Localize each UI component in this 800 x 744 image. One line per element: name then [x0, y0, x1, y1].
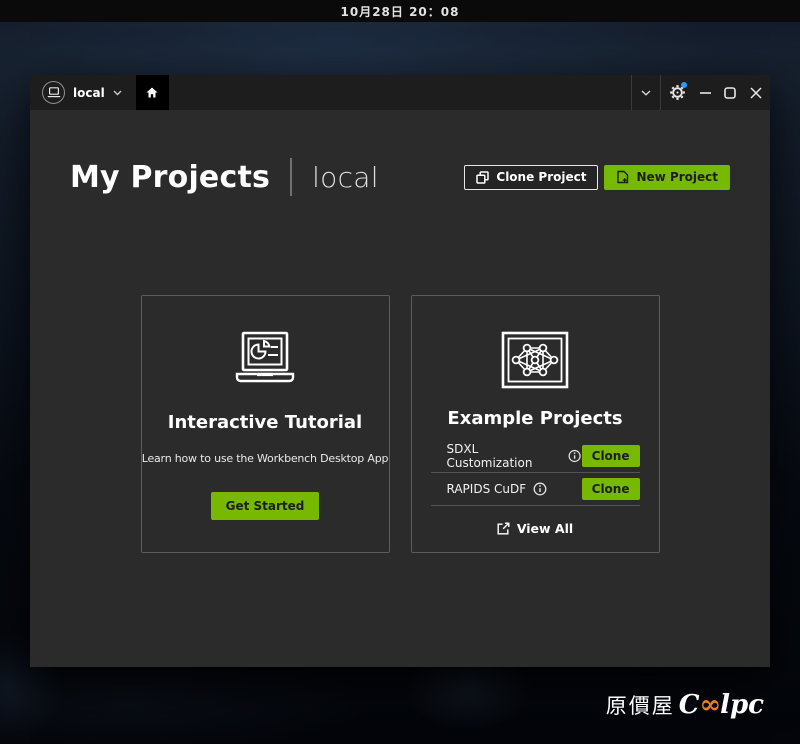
list-item: RAPIDS CuDF Clone [431, 473, 640, 506]
clone-button[interactable]: Clone [582, 445, 640, 467]
header-actions: Clone Project New Project [464, 165, 730, 190]
cards-row: Interactive Tutorial Learn how to use th… [30, 295, 770, 553]
titlebar-drag-area [169, 75, 631, 110]
view-all-label: View All [517, 521, 573, 536]
workbench-window: local [30, 75, 770, 667]
tab-home[interactable] [136, 75, 169, 110]
close-button[interactable] [741, 75, 770, 110]
dropdown-chevron-icon [641, 90, 651, 96]
maximize-icon [724, 87, 736, 99]
clone-button[interactable]: Clone [582, 478, 640, 500]
neural-network-icon [501, 331, 569, 389]
page-title: My Projects [70, 160, 270, 195]
window-menu-button[interactable] [632, 75, 660, 110]
chevron-down-icon [113, 90, 122, 96]
tutorial-card-description: Learn how to use the Workbench Desktop A… [142, 452, 389, 465]
home-icon [145, 86, 159, 99]
clone-project-label: Clone Project [496, 170, 586, 184]
project-name: SDXL Customization [431, 442, 582, 470]
context-selector[interactable]: local [30, 75, 136, 110]
minimize-button[interactable] [693, 75, 718, 110]
watermark-lpc: lpc [720, 690, 764, 720]
example-projects-card: Example Projects SDXL Customization Clon… [411, 295, 660, 553]
info-icon[interactable] [533, 482, 547, 496]
maximize-button[interactable] [718, 75, 741, 110]
minimize-icon [700, 92, 711, 94]
interactive-tutorial-card[interactable]: Interactive Tutorial Learn how to use th… [141, 295, 390, 553]
examples-card-title: Example Projects [447, 408, 622, 429]
close-icon [750, 87, 762, 99]
example-project-list: SDXL Customization Clone RAPIDS CuDF [431, 440, 640, 506]
os-status-bar: 10月28日 20：08 [0, 0, 800, 22]
laptop-chart-icon [227, 331, 303, 393]
context-name: local [312, 161, 379, 194]
clone-project-button[interactable]: Clone Project [464, 165, 598, 190]
project-name: RAPIDS CuDF [431, 482, 548, 496]
get-started-button[interactable]: Get Started [211, 492, 320, 520]
new-project-label: New Project [636, 170, 718, 184]
title-group: My Projects local [70, 158, 379, 196]
titlebar: local [30, 75, 770, 110]
laptop-icon [42, 81, 65, 104]
list-item: SDXL Customization Clone [431, 440, 640, 473]
tutorial-card-title: Interactive Tutorial [168, 412, 362, 433]
info-icon[interactable] [568, 449, 581, 463]
context-label: local [73, 86, 105, 100]
view-all-link[interactable]: View All [497, 521, 573, 536]
clone-icon [476, 171, 489, 184]
settings-button[interactable] [661, 75, 693, 110]
external-link-icon [497, 522, 510, 535]
watermark-cjk: 原價屋 [606, 690, 675, 720]
my-projects-page: My Projects local Clone Project [30, 110, 770, 667]
new-project-icon [616, 170, 629, 184]
page-header: My Projects local Clone Project [30, 110, 770, 196]
clock: 10月28日 20：08 [341, 3, 460, 20]
infinity-glyph: ∞ [699, 690, 720, 720]
new-project-button[interactable]: New Project [604, 165, 730, 190]
coolpc-watermark: 原價屋C∞lpc [606, 690, 764, 720]
notification-dot [681, 82, 687, 88]
title-separator [290, 158, 292, 196]
watermark-c: C [679, 690, 700, 720]
